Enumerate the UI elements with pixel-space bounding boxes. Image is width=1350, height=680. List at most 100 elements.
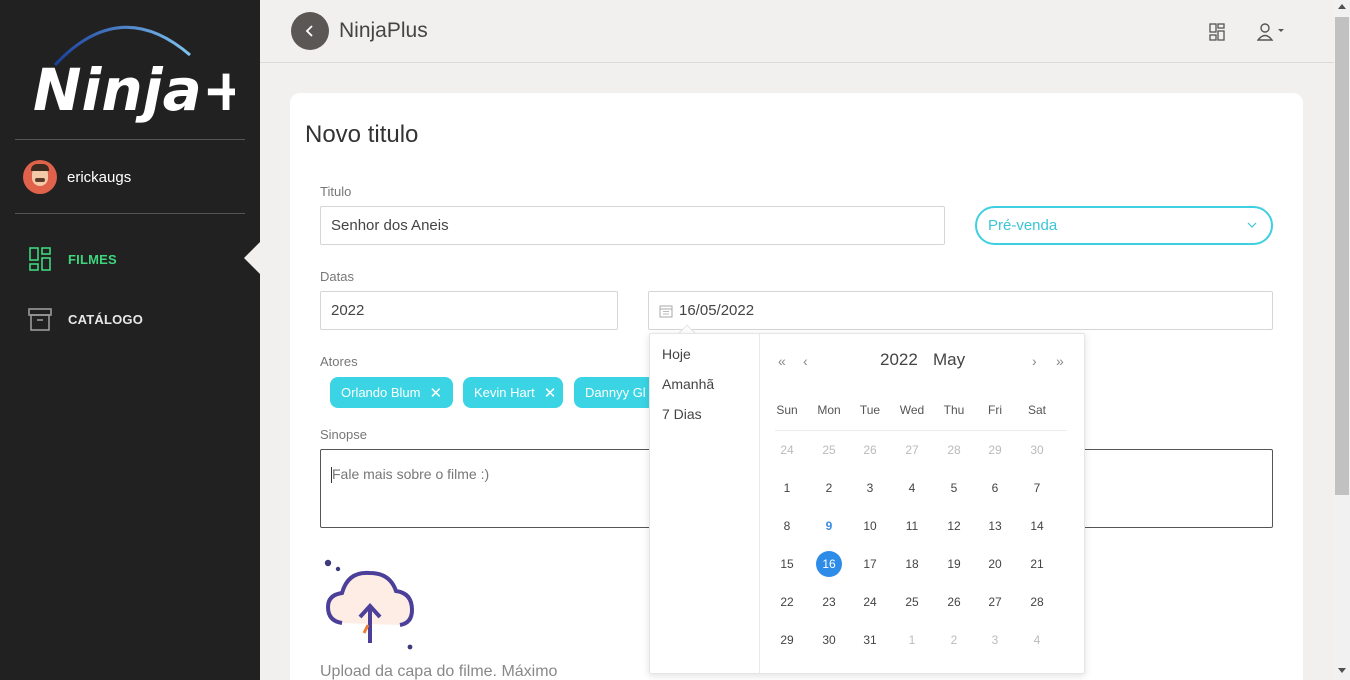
calendar-day[interactable]: 21 — [1024, 551, 1050, 577]
user-name: erickaugs — [67, 168, 132, 186]
calendar-day[interactable]: 23 — [816, 589, 842, 615]
calendar-day[interactable]: 26 — [941, 589, 967, 615]
scroll-down-arrow-icon[interactable] — [1338, 668, 1346, 673]
user-profile[interactable]: erickaugs — [23, 160, 131, 194]
calendar-year[interactable]: 2022 — [880, 350, 918, 370]
sidebar-item-catalogo[interactable]: CATÁLOGO — [28, 306, 143, 332]
app-title: NinjaPlus — [339, 19, 428, 42]
calendar-day[interactable]: 16 — [816, 551, 842, 577]
titulo-label: Titulo — [320, 184, 352, 199]
sidebar: Ninja+ erickaugs FILMES CATÁLOGO — [0, 0, 260, 680]
calendar-day[interactable]: 1 — [774, 475, 800, 501]
weekday-header: Mon — [817, 403, 841, 417]
ninjaplus-logo[interactable]: Ninja+ — [25, 10, 235, 130]
divider — [15, 213, 245, 214]
scrollbar[interactable] — [1334, 0, 1350, 680]
calendar-day[interactable]: 22 — [774, 589, 800, 615]
next-year-icon[interactable]: » — [1056, 353, 1064, 369]
sinopse-placeholder: Fale mais sobre o filme :) — [332, 466, 490, 482]
calendar-day[interactable]: 30 — [816, 627, 842, 653]
calendar-day[interactable]: 28 — [941, 437, 967, 463]
grid-icon[interactable] — [1209, 23, 1225, 41]
calendar-day[interactable]: 26 — [857, 437, 883, 463]
titulo-input[interactable]: Senhor dos Aneis — [320, 206, 945, 245]
sinopse-label: Sinopse — [320, 427, 367, 442]
weekday-header: Sun — [776, 403, 798, 417]
release-date-input[interactable]: 16/05/2022 — [648, 291, 1273, 330]
calendar-day[interactable]: 18 — [899, 551, 925, 577]
weekday-header: Fri — [988, 403, 1002, 417]
calendar-day[interactable]: 8 — [774, 513, 800, 539]
calendar-day[interactable]: 5 — [941, 475, 967, 501]
calendar-day[interactable]: 2 — [941, 627, 967, 653]
weekday-header: Tue — [859, 403, 881, 417]
calendar-day[interactable]: 9 — [816, 513, 842, 539]
calendar-day[interactable]: 4 — [1024, 627, 1050, 653]
calendar-day[interactable]: 29 — [982, 437, 1008, 463]
sidebar-item-label: CATÁLOGO — [68, 311, 144, 327]
calendar-day[interactable]: 10 — [857, 513, 883, 539]
back-button[interactable] — [291, 12, 329, 50]
next-month-icon[interactable]: › — [1032, 353, 1037, 369]
sidebar-item-filmes[interactable]: FILMES — [28, 246, 117, 272]
calendar-day[interactable]: 24 — [774, 437, 800, 463]
weekday-header: Sat — [1027, 403, 1046, 417]
calendar-day[interactable]: 27 — [982, 589, 1008, 615]
prev-year-icon[interactable]: « — [778, 353, 786, 369]
status-select[interactable]: Pré-venda — [975, 206, 1273, 245]
preset-7-dias[interactable]: 7 Dias — [662, 406, 702, 422]
chevron-down-icon — [1247, 222, 1257, 228]
calendar-day[interactable]: 20 — [982, 551, 1008, 577]
release-date-value: 16/05/2022 — [679, 302, 755, 319]
calendar-day[interactable]: 13 — [982, 513, 1008, 539]
calendar-day[interactable]: 11 — [899, 513, 925, 539]
page-title: Novo titulo — [305, 121, 419, 148]
calendar-day[interactable]: 6 — [982, 475, 1008, 501]
weekday-header: Wed — [899, 403, 925, 417]
calendar-day[interactable]: 28 — [1024, 589, 1050, 615]
remove-actor-icon[interactable]: ✕ — [429, 384, 442, 402]
calendar: « ‹ 2022 May › » Sun Mon Tue Wed Thu Fri Sat 2… — [760, 334, 1084, 673]
atores-label: Atores — [320, 354, 358, 369]
year-input[interactable]: 2022 — [320, 291, 618, 330]
remove-actor-icon[interactable]: ✕ — [544, 384, 557, 402]
calendar-day[interactable]: 25 — [816, 437, 842, 463]
calendar-day[interactable]: 24 — [857, 589, 883, 615]
actor-name: Dannyy Gl — [585, 385, 646, 400]
top-bar: NinjaPlus — [260, 0, 1334, 63]
scroll-thumb[interactable] — [1335, 17, 1349, 495]
cloud-upload-icon[interactable] — [320, 555, 420, 655]
calendar-day[interactable]: 19 — [941, 551, 967, 577]
calendar-day[interactable]: 12 — [941, 513, 967, 539]
calendar-month[interactable]: May — [933, 350, 965, 370]
calendar-day[interactable]: 17 — [857, 551, 883, 577]
actor-tag: Kevin Hart ✕ — [463, 377, 563, 408]
calendar-day[interactable]: 7 — [1024, 475, 1050, 501]
prev-month-icon[interactable]: ‹ — [803, 353, 808, 369]
divider — [15, 139, 245, 140]
calendar-day[interactable]: 31 — [857, 627, 883, 653]
actor-name: Kevin Hart — [474, 385, 535, 400]
actor-tag: Orlando Blum ✕ — [330, 377, 453, 408]
scroll-up-arrow-icon[interactable] — [1338, 4, 1346, 9]
calendar-day[interactable]: 25 — [899, 589, 925, 615]
calendar-icon — [659, 305, 673, 317]
avatar — [23, 160, 57, 194]
calendar-day[interactable]: 3 — [982, 627, 1008, 653]
user-menu-icon[interactable] — [1257, 22, 1289, 42]
calendar-day[interactable]: 29 — [774, 627, 800, 653]
calendar-day[interactable]: 30 — [1024, 437, 1050, 463]
calendar-day[interactable]: 4 — [899, 475, 925, 501]
calendar-day[interactable]: 3 — [857, 475, 883, 501]
calendar-day[interactable]: 15 — [774, 551, 800, 577]
upload-instructions: Upload da capa do filme. Máximo — [320, 663, 558, 680]
calendar-day[interactable]: 14 — [1024, 513, 1050, 539]
grid-icon — [29, 247, 51, 271]
archive-icon — [28, 308, 52, 331]
calendar-day[interactable]: 27 — [899, 437, 925, 463]
calendar-day[interactable]: 1 — [899, 627, 925, 653]
actor-tag: Dannyy Gl — [574, 377, 654, 408]
preset-hoje[interactable]: Hoje — [662, 346, 691, 362]
preset-amanha[interactable]: Amanhã — [662, 376, 714, 392]
calendar-day[interactable]: 2 — [816, 475, 842, 501]
